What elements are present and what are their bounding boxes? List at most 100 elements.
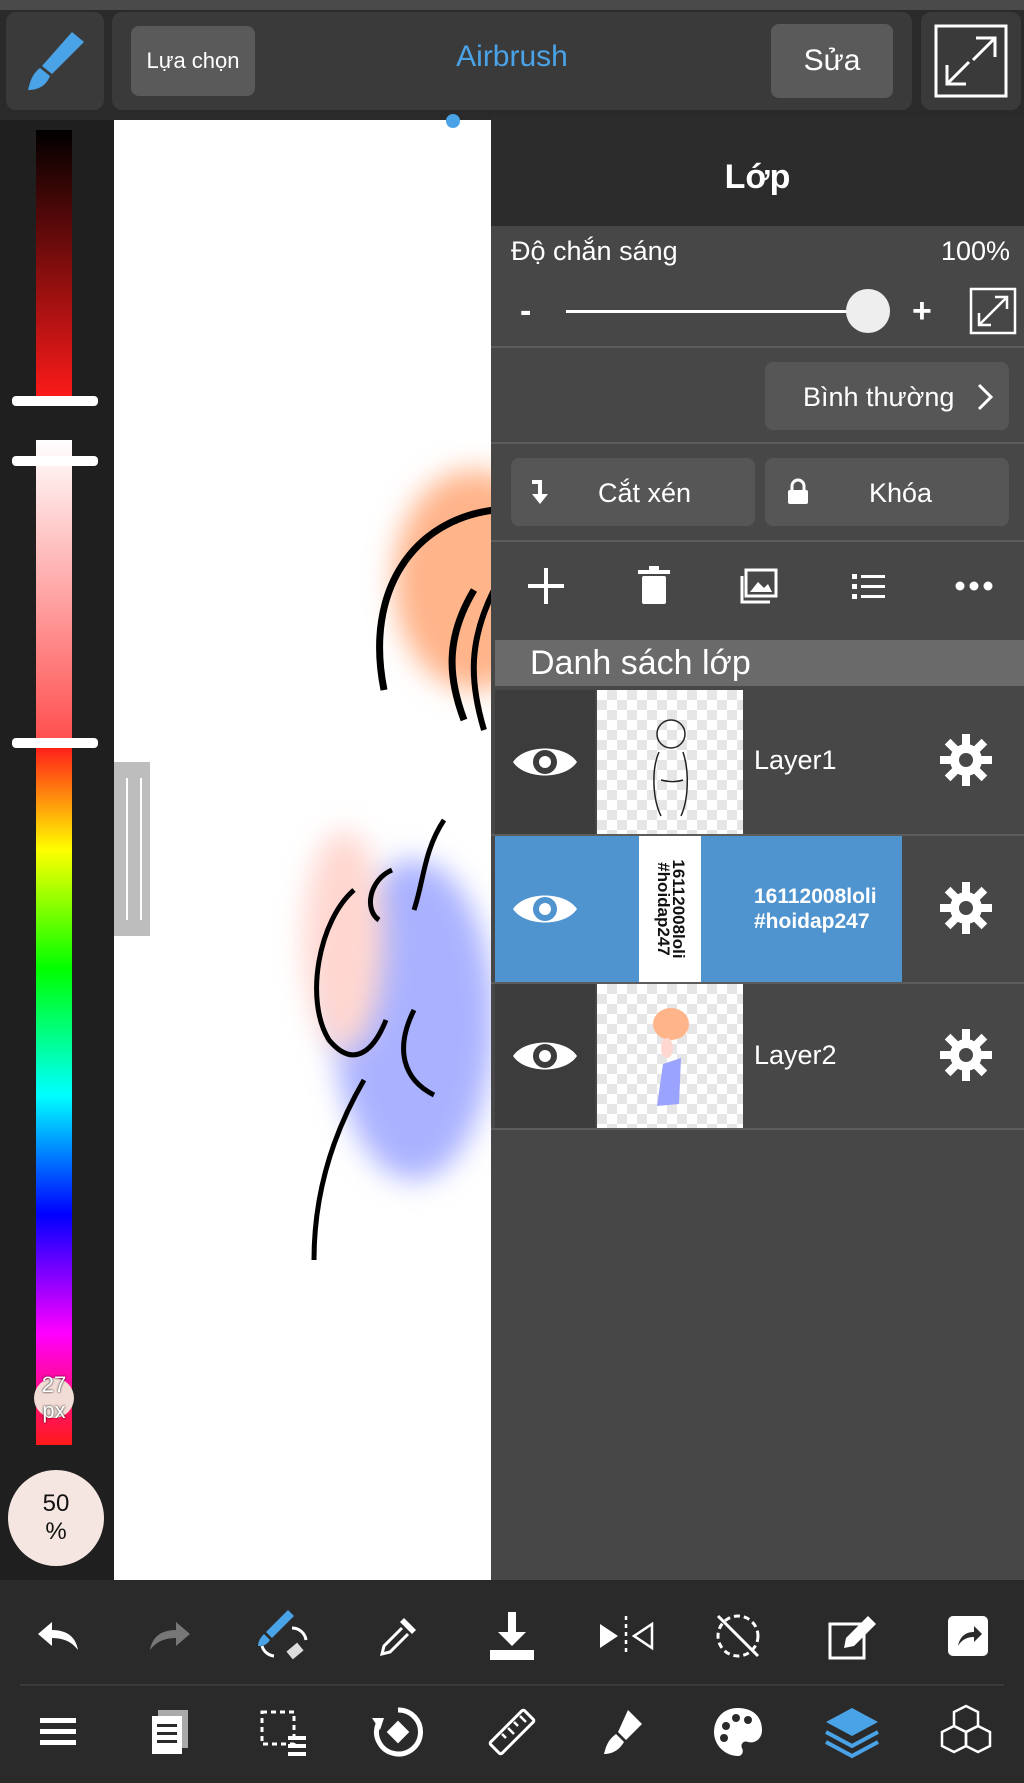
chevron-right-icon [975, 383, 995, 416]
layer-settings-button[interactable] [936, 878, 996, 943]
rotate-lock-button[interactable] [706, 1604, 770, 1668]
layer-name: 16112008loli #hoidap247 [754, 885, 877, 933]
layer-settings-button[interactable] [936, 1025, 996, 1090]
image-layer-button[interactable] [734, 560, 786, 617]
undo-icon [38, 1622, 78, 1650]
lock-icon [786, 478, 810, 511]
brush-eraser-toggle-button[interactable] [252, 1604, 316, 1668]
brush-settings-icon [604, 1710, 642, 1754]
layer-list-button[interactable] [842, 560, 894, 617]
more-icon [955, 581, 993, 591]
visibility-toggle[interactable] [495, 984, 595, 1128]
status-strip [0, 0, 1024, 10]
palette-icon [714, 1708, 762, 1756]
eyedropper-icon [379, 1618, 416, 1657]
gear-icon [940, 882, 992, 934]
visibility-toggle[interactable] [495, 690, 595, 834]
divider [491, 1128, 1024, 1130]
share-icon [948, 1616, 988, 1656]
toolbar-divider [20, 1684, 1004, 1686]
opacity-slider-knob[interactable] [846, 289, 890, 333]
pages-button[interactable] [138, 1700, 202, 1764]
materials-button[interactable] [934, 1700, 998, 1764]
eye-icon [513, 895, 577, 923]
visibility-toggle[interactable] [495, 836, 595, 982]
artwork [304, 470, 491, 1261]
gear-icon [940, 734, 992, 786]
divider [491, 540, 1024, 542]
clip-label: Cắt xén [598, 478, 692, 508]
color-sliders[interactable] [0, 120, 114, 1580]
redo-icon [150, 1622, 190, 1650]
rotate-canvas-icon [372, 1707, 423, 1757]
thumbnail-text: 16112008loli #hoidap247 [654, 859, 688, 959]
add-layer-button[interactable] [520, 560, 572, 617]
layer-panel-title: Lớp [724, 158, 791, 196]
redo-button[interactable] [138, 1604, 202, 1668]
brush-size-label: 27 px [41, 1372, 67, 1423]
brush-eraser-icon [258, 1610, 308, 1660]
page-indicator-dot [446, 114, 460, 128]
gear-icon [940, 1029, 992, 1081]
edit-square-icon [828, 1616, 876, 1660]
opacity-label: 50 % [42, 1490, 70, 1545]
eye-icon [513, 748, 577, 776]
brush-settings-button[interactable] [594, 1700, 658, 1764]
current-tool-name[interactable]: Airbrush [380, 40, 644, 74]
lock-label: Khóa [869, 478, 933, 508]
save-download-button[interactable] [480, 1604, 544, 1668]
menu-icon [40, 1718, 76, 1745]
layer-settings-button[interactable] [936, 730, 996, 795]
more-options-button[interactable] [948, 560, 1000, 617]
flip-horizontal-button[interactable] [594, 1604, 658, 1668]
fullscreen-button[interactable] [921, 12, 1021, 110]
opacity-expand-button[interactable] [969, 287, 1017, 335]
list-icon [852, 574, 885, 599]
layer-name: Layer2 [754, 1040, 837, 1070]
opacity-value: 100% [940, 236, 1010, 266]
brush-icon [28, 32, 84, 90]
eye-icon [513, 1042, 577, 1070]
pages-icon [152, 1710, 188, 1754]
share-button[interactable] [936, 1604, 1000, 1668]
selection-tool-button[interactable] [252, 1700, 316, 1764]
menu-button[interactable] [26, 1700, 90, 1764]
layer-name: Layer1 [754, 745, 837, 775]
layer-thumbnail: 16112008loli #hoidap247 [597, 836, 743, 982]
selection-button[interactable]: Lựa chọn [131, 26, 255, 96]
layer-list-title: Danh sách lớp [530, 644, 751, 682]
select-area-icon [260, 1710, 306, 1756]
edit-button[interactable]: Sửa [771, 24, 893, 98]
divider [491, 442, 1024, 444]
trash-icon [638, 566, 670, 604]
drawing-canvas[interactable] [114, 120, 491, 1580]
blend-mode-label: Bình thường [803, 382, 955, 412]
transform-button[interactable] [820, 1604, 884, 1668]
expand-icon [969, 287, 1017, 335]
undo-button[interactable] [26, 1604, 90, 1668]
layer-thumbnail [597, 690, 743, 834]
opacity-minus-button[interactable]: - [520, 292, 531, 331]
plus-icon [528, 568, 564, 604]
divider [491, 346, 1024, 348]
ruler-button[interactable] [480, 1700, 544, 1764]
eyedropper-button[interactable] [366, 1604, 430, 1668]
layer-thumbnail [597, 984, 743, 1128]
image-icon [740, 568, 778, 604]
flip-icon [600, 1616, 654, 1656]
opacity-label-text: Độ chắn sáng [511, 236, 678, 266]
clip-icon [528, 476, 558, 513]
opacity-plus-button[interactable]: + [912, 292, 932, 331]
layers-button[interactable] [820, 1700, 884, 1764]
ruler-icon [488, 1708, 536, 1756]
cubes-icon [940, 1704, 992, 1754]
opacity-slider-track[interactable] [566, 310, 868, 313]
rotate-off-icon [716, 1614, 760, 1658]
color-palette-button[interactable] [706, 1700, 770, 1764]
rotate-canvas-button[interactable] [366, 1700, 430, 1764]
canvas-scroll-grip [126, 778, 142, 920]
brush-tool-button[interactable] [6, 12, 104, 110]
delete-layer-button[interactable] [628, 560, 680, 617]
download-icon [490, 1612, 534, 1660]
layers-icon [825, 1708, 879, 1759]
